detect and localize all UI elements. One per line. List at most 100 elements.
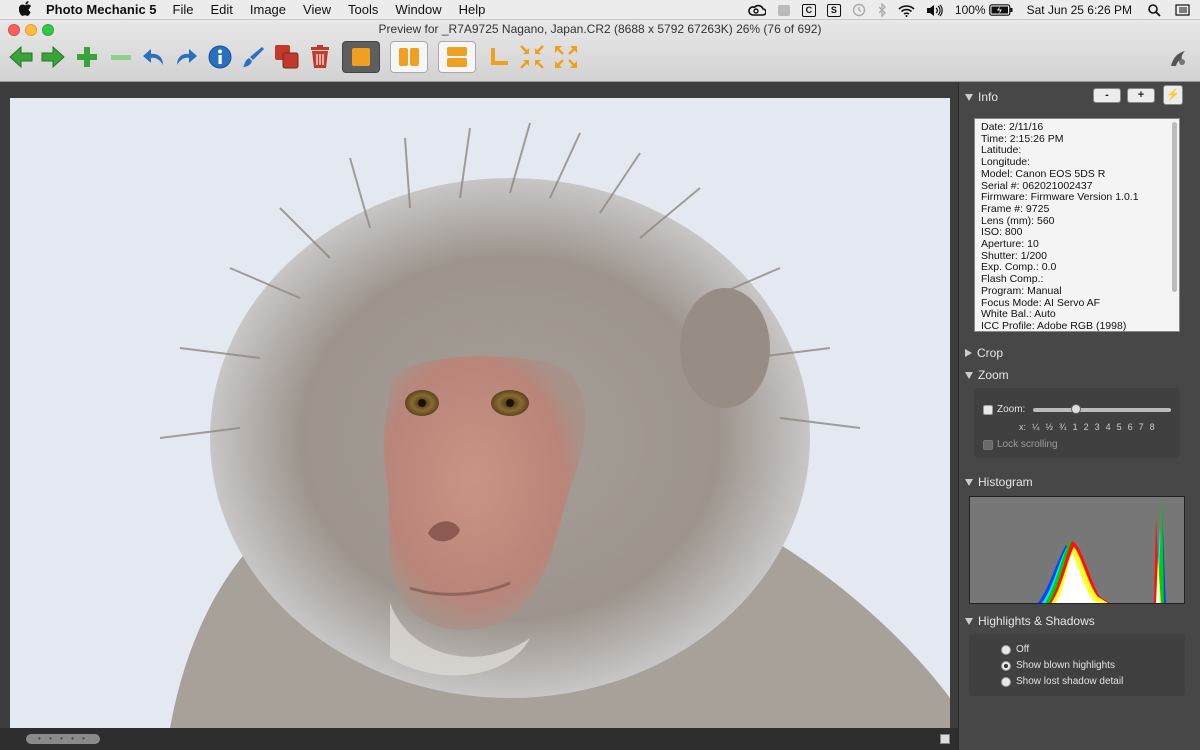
add-icon[interactable] (74, 42, 100, 72)
zoom-scale-label: 5 (1116, 422, 1122, 432)
highlights-heading: Highlights & Shadows (978, 614, 1095, 628)
menu-view[interactable]: View (303, 2, 331, 17)
menu-help[interactable]: Help (459, 2, 486, 17)
highlights-section-header[interactable]: Highlights & Shadows (965, 614, 1095, 628)
radio-button-selected[interactable] (1001, 660, 1011, 671)
disclosure-triangle-icon (965, 478, 973, 486)
info-icon[interactable] (207, 42, 233, 72)
info-action-button[interactable]: ⚡ (1163, 85, 1183, 105)
remove-icon[interactable] (108, 42, 134, 72)
disclosure-triangle-icon (965, 349, 972, 357)
zoom-scale-label: 8 (1149, 422, 1155, 432)
info-section-header[interactable]: Info (965, 90, 998, 104)
expand-icon[interactable] (552, 42, 580, 72)
zoom-scale-label: x: (1019, 422, 1027, 432)
radio-label: Show blown highlights (1016, 660, 1115, 671)
creative-cloud-icon[interactable] (748, 4, 766, 16)
radio-show-lost-shadow-detail[interactable]: Show lost shadow detail (1001, 676, 1123, 687)
zoom-section-header[interactable]: Zoom (965, 368, 1009, 382)
resize-corner[interactable] (940, 734, 950, 744)
app-menu[interactable]: Photo Mechanic 5 (46, 2, 157, 17)
info-line: Model: Canon EOS 5DS R (981, 167, 1106, 180)
battery-percent: 100% (954, 3, 986, 17)
menu-tools[interactable]: Tools (348, 2, 378, 17)
menu-window[interactable]: Window (395, 2, 441, 17)
crop-heading: Crop (977, 346, 1004, 360)
info-heading: Info (978, 90, 999, 104)
copy-icon[interactable] (273, 42, 301, 72)
zoom-checkbox-label: Zoom: (997, 404, 1026, 415)
menu-edit[interactable]: Edit (210, 2, 232, 17)
zoom-scale-label: ¼ (1032, 422, 1040, 432)
disclosure-triangle-icon (965, 371, 973, 379)
apple-menu-icon[interactable] (16, 0, 34, 19)
shrink-icon[interactable] (518, 42, 546, 72)
horizontal-scroll-handle[interactable]: • • • • • (26, 734, 100, 744)
trash-icon[interactable] (307, 42, 333, 72)
info-scrollbar[interactable] (1172, 122, 1177, 292)
macaque-photo (10, 98, 950, 728)
lock-scrolling-label: Lock scrolling (997, 439, 1058, 450)
spotlight-search-icon[interactable] (1148, 3, 1161, 17)
rotate-right-icon[interactable] (172, 42, 200, 72)
preview-area: • • • • • (0, 82, 958, 750)
radio-button[interactable] (1001, 644, 1011, 655)
zoom-scale-label: 4 (1105, 422, 1111, 432)
clock[interactable]: Sat Jun 25 6:26 PM (1027, 3, 1132, 17)
info-line: ICC Profile: Adobe RGB (1998) (981, 319, 1127, 332)
wifi-icon[interactable] (898, 4, 915, 17)
info-minus-button[interactable]: - (1093, 88, 1121, 103)
histogram (969, 496, 1185, 604)
zoom-slider[interactable] (1033, 404, 1171, 414)
crop-section-header[interactable]: Crop (965, 346, 1003, 360)
radio-button[interactable] (1001, 676, 1011, 687)
menu-file[interactable]: File (173, 2, 194, 17)
histogram-section-header[interactable]: Histogram (965, 475, 1033, 489)
info-line: Frame #: 9725 (981, 202, 1050, 215)
radio-show-blown-highlights[interactable]: Show blown highlights (1001, 660, 1115, 671)
histogram-graph (970, 497, 1184, 603)
info-line: Program: Manual (981, 284, 1062, 297)
info-metadata-box[interactable]: Date: 2/11/16 Time: 2:15:26 PM Latitude:… (974, 118, 1180, 332)
time-machine-icon[interactable] (852, 3, 866, 17)
forward-arrow-icon[interactable] (40, 42, 66, 72)
info-line: Date: 2/11/16 (981, 121, 1044, 133)
histogram-heading: Histogram (978, 475, 1033, 489)
photo-mechanic-logo-icon (1166, 44, 1190, 74)
zoom-scale-label: 3 (1094, 422, 1100, 432)
bluetooth-icon[interactable] (877, 3, 887, 17)
dropbox-icon[interactable] (777, 4, 791, 17)
back-arrow-icon[interactable] (8, 42, 34, 72)
notification-center-icon[interactable] (1175, 4, 1190, 16)
radio-off[interactable]: Off (1001, 644, 1029, 655)
zoom-scale: x: ¼ ½ ¾ 1 2 3 4 5 6 7 8 (1019, 422, 1161, 432)
preview-photo[interactable] (10, 98, 950, 728)
menu-bar: Photo Mechanic 5 File Edit Image View To… (0, 0, 1200, 20)
radio-label: Show lost shadow detail (1016, 676, 1124, 687)
volume-icon[interactable] (926, 4, 944, 17)
stacked-view-icon[interactable] (438, 41, 476, 73)
zoom-scale-label: ½ (1045, 422, 1054, 432)
crop-corner-icon[interactable] (486, 42, 512, 72)
zoom-slider-thumb[interactable] (1071, 404, 1082, 414)
zoom-scale-label: 6 (1127, 422, 1133, 432)
side-by-side-icon[interactable] (390, 41, 428, 73)
preview-status-bar (0, 728, 958, 750)
info-plus-button[interactable]: + (1127, 88, 1155, 103)
disclosure-triangle-icon (965, 617, 973, 625)
radio-label: Off (1016, 644, 1030, 655)
side-panel: Info - + ⚡ Date: 2/11/16 Time: 2:15:26 P… (958, 82, 1200, 750)
zoom-checkbox[interactable] (983, 405, 993, 415)
info-line: Aperture: 10 (981, 238, 1039, 251)
rotate-left-icon[interactable] (140, 42, 168, 72)
tray-c-icon[interactable]: C (801, 3, 816, 17)
menu-image[interactable]: Image (250, 2, 286, 17)
tray-s-icon[interactable]: S (826, 3, 841, 17)
lock-scrolling-checkbox[interactable] (983, 440, 993, 450)
single-view-icon[interactable] (342, 41, 380, 73)
highlights-shadows-panel: Off Show blown highlights Show lost shad… (969, 634, 1185, 696)
disclosure-triangle-icon (965, 93, 973, 101)
battery-icon[interactable] (988, 4, 1013, 16)
zoom-scale-label: ¾ (1059, 422, 1067, 432)
edit-brush-icon[interactable] (240, 42, 266, 72)
